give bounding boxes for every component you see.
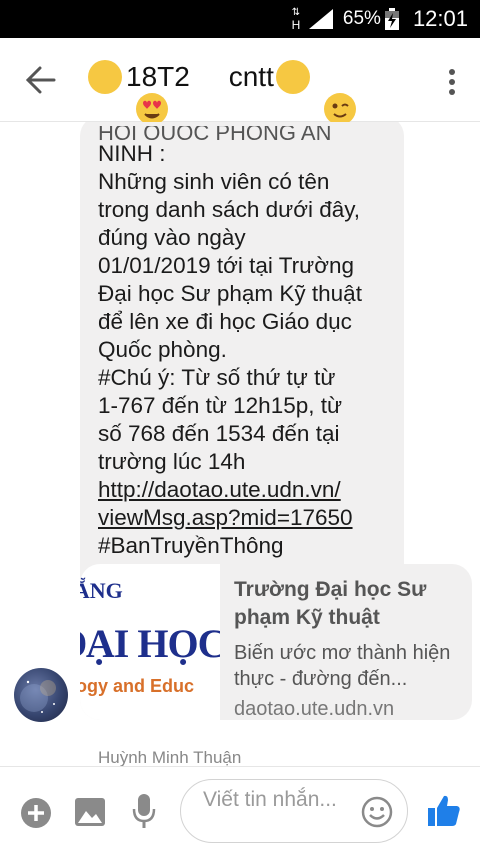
battery-icon: [384, 8, 399, 30]
thumbnail-text-2: ĐẠI HỌC S: [80, 621, 220, 666]
message-line: NINH :: [98, 141, 166, 166]
status-bar: ⇅ H 65% 12:01: [0, 0, 480, 38]
more-options-icon[interactable]: [448, 68, 456, 96]
emoji-icon[interactable]: [361, 796, 393, 828]
message-input-placeholder: Viết tin nhắn...: [203, 788, 337, 811]
link-preview-title: Trường Đại học Sư phạm Kỹ thuật: [234, 578, 427, 629]
message-hashtag[interactable]: #BanTruyềnThông: [98, 532, 386, 560]
thumbnail-text-3: hnology and Educ: [80, 676, 194, 696]
winking-emoji-icon: [275, 60, 356, 125]
photo-icon[interactable]: [74, 797, 106, 827]
message-link-part2[interactable]: viewMsg.asp?mid=17650: [98, 505, 353, 530]
conversation-title[interactable]: 18T2 cntt: [88, 60, 356, 125]
add-circle-icon[interactable]: [20, 797, 52, 829]
message-line: số 768 đến 1534 đến tại: [98, 421, 340, 446]
message-line: 1-767 đến từ 12h15p, từ: [98, 393, 343, 418]
message-line: trường lúc 14h: [98, 449, 246, 474]
message-line: để lên xe đi học Giáo dục: [98, 309, 352, 334]
message-line: Đại học Sư phạm Kỹ thuật: [98, 281, 362, 306]
link-preview-thumbnail: NẴNG ĐẠI HỌC S hnology and Educ: [80, 564, 220, 720]
battery-percent: 65%: [342, 8, 381, 29]
heart-eyes-emoji-icon: [88, 60, 168, 125]
microphone-icon[interactable]: [132, 793, 156, 829]
message-link-part1[interactable]: http://daotao.ute.udn.vn/: [98, 477, 341, 502]
signal-icon: [308, 9, 333, 29]
thumbnail-text-1: NẴNG: [80, 578, 123, 603]
sender-name: Huỳnh Minh Thuận: [98, 748, 242, 766]
composer-bar: Viết tin nhắn...: [0, 766, 480, 854]
network-type-icon: ⇅ H: [291, 7, 301, 32]
link-preview-description: Biến ước mơ thành hiện thực - đường đến.…: [234, 642, 451, 690]
link-preview-domain: daotao.ute.udn.vn: [234, 698, 395, 720]
thumbs-up-icon[interactable]: [426, 793, 462, 829]
message-input[interactable]: Viết tin nhắn...: [180, 779, 408, 843]
conversation-title-text: 18T2 cntt: [126, 61, 274, 92]
message-thread[interactable]: HỘI QUỐC PHÒNG AN NINH : Những sinh viên…: [0, 122, 480, 766]
message-line: Những sinh viên có tên: [98, 169, 330, 194]
conversation-header: 18T2 cntt: [0, 38, 480, 125]
clock: 12:01: [412, 6, 468, 31]
sender-avatar[interactable]: [14, 668, 68, 722]
message-line: #Chú ý: Từ số thứ tự từ: [98, 365, 336, 390]
message-line: 01/01/2019 tới tại Trường: [98, 253, 354, 278]
message-cut-line: HỘI QUỐC PHÒNG AN: [98, 126, 332, 140]
back-arrow-icon[interactable]: [26, 66, 56, 94]
message-line: Quốc phòng.: [98, 337, 227, 362]
message-line: đúng vào ngày: [98, 225, 246, 250]
message-line: trong danh sách dưới đây,: [98, 197, 361, 222]
link-preview-card[interactable]: NẴNG ĐẠI HỌC S hnology and Educ Trường Đ…: [80, 564, 472, 720]
